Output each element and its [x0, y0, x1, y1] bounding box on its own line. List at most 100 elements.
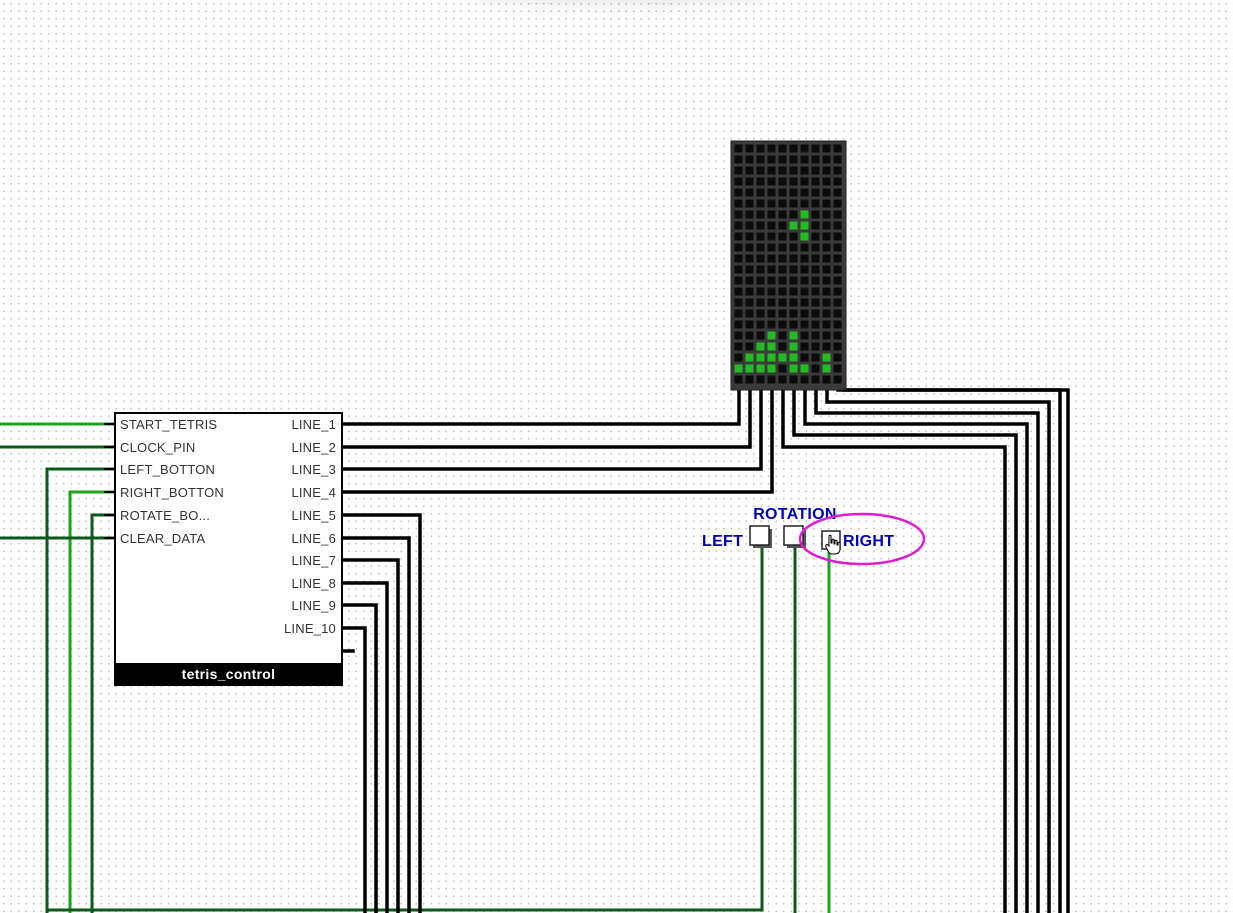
led-cell-on	[789, 221, 798, 230]
led-cell-off	[811, 166, 820, 175]
led-cell-off	[745, 144, 754, 153]
led-cell-off	[778, 265, 787, 274]
led-cell-off	[734, 309, 743, 318]
led-cell-off	[745, 155, 754, 164]
led-cell-off	[734, 353, 743, 362]
led-cell-off	[811, 287, 820, 296]
led-cell-off	[778, 155, 787, 164]
led-cell-off	[745, 342, 754, 351]
led-cell-off	[811, 298, 820, 307]
led-cell-on	[767, 342, 776, 351]
buttons-group: ROTATION LEFT RIGHT	[702, 506, 926, 566]
led-cell-off	[778, 232, 787, 241]
pin-label-clock-pin: CLOCK_PIN	[120, 440, 196, 455]
led-cell-off	[811, 188, 820, 197]
led-cell-off	[767, 276, 776, 285]
led-cell-on	[822, 353, 831, 362]
pin-label-rotate-button: ROTATE_BO...	[120, 508, 210, 523]
led-cell-off	[822, 331, 831, 340]
led-cell-off	[833, 309, 842, 318]
led-cell-off	[800, 254, 809, 263]
led-cell-on	[756, 342, 765, 351]
led-cell-off	[778, 254, 787, 263]
led-cell-off	[734, 331, 743, 340]
led-cell-off	[745, 287, 754, 296]
led-cell-off	[811, 309, 820, 318]
led-cell-off	[833, 331, 842, 340]
pin-label-line-7: LINE_7	[291, 553, 336, 568]
led-cell-off	[745, 331, 754, 340]
led-cell-off	[778, 276, 787, 285]
led-cell-off	[811, 331, 820, 340]
led-cell-off	[833, 276, 842, 285]
wire-left-button	[45, 467, 116, 913]
led-cell-off	[778, 320, 787, 329]
led-cell-off	[734, 342, 743, 351]
led-cell-off	[778, 375, 787, 384]
pin-label-line-3: LINE_3	[291, 462, 336, 477]
pin-label-line-1: LINE_1	[291, 417, 336, 432]
led-cell-off	[745, 254, 754, 263]
right-label: RIGHT	[843, 533, 894, 550]
led-cell-off	[800, 353, 809, 362]
led-cell-off	[734, 298, 743, 307]
tetris-control-component[interactable]: tetris_control START_TETRIS CLOCK_PIN LE…	[104, 412, 343, 686]
led-cell-on	[800, 221, 809, 230]
led-cell-off	[800, 320, 809, 329]
led-cell-off	[756, 199, 765, 208]
led-cell-off	[789, 177, 798, 186]
led-cell-off	[778, 243, 787, 252]
led-cell-off	[789, 276, 798, 285]
led-cell-off	[822, 188, 831, 197]
led-cell-on	[789, 331, 798, 340]
led-cell-on	[756, 364, 765, 373]
led-cell-off	[767, 298, 776, 307]
led-cell-off	[734, 265, 743, 274]
led-cell-off	[778, 364, 787, 373]
led-cell-off	[745, 221, 754, 230]
led-matrix	[730, 140, 847, 391]
pin-label-line-10: LINE_10	[284, 621, 336, 636]
led-cell-off	[789, 232, 798, 241]
led-cell-off	[756, 243, 765, 252]
led-cell-off	[822, 298, 831, 307]
led-cell-off	[789, 287, 798, 296]
led-cell-off	[822, 177, 831, 186]
led-cell-off	[767, 320, 776, 329]
led-cell-off	[778, 342, 787, 351]
led-cell-off	[822, 243, 831, 252]
led-cell-off	[756, 177, 765, 186]
led-cell-off	[756, 166, 765, 175]
pin-label-left-button: LEFT_BOTTON	[120, 462, 215, 477]
led-cell-off	[822, 342, 831, 351]
led-cell-off	[811, 243, 820, 252]
led-cell-off	[767, 166, 776, 175]
led-cell-off	[800, 177, 809, 186]
led-cell-off	[767, 188, 776, 197]
led-cell-on	[789, 364, 798, 373]
led-cell-off	[789, 243, 798, 252]
led-cell-off	[833, 144, 842, 153]
led-cell-on	[767, 331, 776, 340]
pin-label-clear-data: CLEAR_DATA	[120, 531, 205, 546]
led-cell-off	[734, 243, 743, 252]
circuit-canvas[interactable]: tetris_control START_TETRIS CLOCK_PIN LE…	[0, 0, 1233, 913]
left-button[interactable]	[749, 525, 772, 548]
led-cell-off	[833, 177, 842, 186]
led-cell-off	[734, 254, 743, 263]
led-cell-off	[833, 353, 842, 362]
led-cell-off	[800, 276, 809, 285]
led-cell-off	[756, 210, 765, 219]
led-cell-off	[800, 155, 809, 164]
led-cell-off	[734, 155, 743, 164]
led-cell-off	[778, 331, 787, 340]
led-cell-off	[767, 309, 776, 318]
wire-matrix-col-11	[842, 388, 1070, 913]
led-cell-off	[789, 155, 798, 164]
led-cell-off	[822, 221, 831, 230]
led-cell-off	[756, 254, 765, 263]
led-cell-off	[833, 155, 842, 164]
led-cell-off	[756, 320, 765, 329]
led-cell-off	[767, 177, 776, 186]
led-cell-off	[811, 353, 820, 362]
